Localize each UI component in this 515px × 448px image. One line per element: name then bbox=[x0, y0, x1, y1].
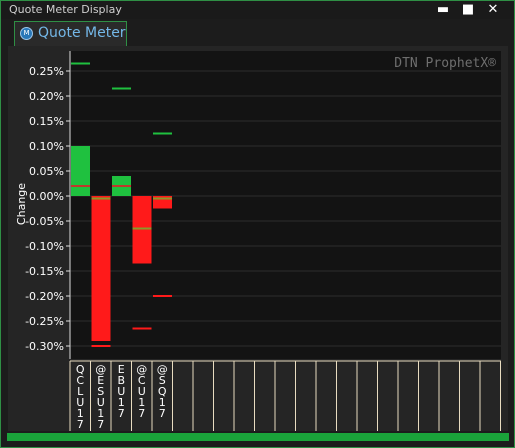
tab-label: Quote Meter bbox=[38, 25, 126, 41]
title-bar[interactable]: Quote Meter Display ▬ ■ ✕ bbox=[1, 1, 514, 19]
quote-meter-window: Quote Meter Display ▬ ■ ✕ M Quote Meter … bbox=[0, 0, 515, 448]
y-axis-label: Change bbox=[15, 183, 28, 225]
y-tick-label: -0.10% bbox=[25, 240, 64, 253]
window-title: Quote Meter Display bbox=[9, 3, 122, 16]
status-bar bbox=[7, 433, 509, 441]
category-label: @ E S U 1 7 bbox=[95, 363, 106, 431]
y-tick-label: 0.15% bbox=[29, 115, 64, 128]
y-tick-label: 0.10% bbox=[29, 140, 64, 153]
minimize-icon[interactable]: ▬ bbox=[432, 1, 454, 19]
quote-meter-chart: 0.25% 0.20% 0.15% 0.10% 0.05% 0.00% -0.05% -0.1… bbox=[15, 51, 501, 431]
quote-meter-icon: M bbox=[20, 27, 33, 40]
y-tick-label: -0.15% bbox=[25, 265, 64, 278]
y-tick-label: 0.25% bbox=[29, 65, 64, 78]
tab-quote-meter[interactable]: M Quote Meter bbox=[14, 21, 127, 46]
category-label: QCLU17 bbox=[76, 363, 85, 431]
y-tick-label: 0.20% bbox=[29, 90, 64, 103]
close-icon[interactable]: ✕ bbox=[482, 1, 504, 19]
category-label: EBU17 bbox=[117, 363, 125, 420]
y-tick-label: -0.05% bbox=[25, 215, 64, 228]
bar bbox=[91, 196, 111, 341]
category-label: @ S Q 1 7 bbox=[157, 363, 168, 420]
y-tick-label: 0.00% bbox=[29, 190, 64, 203]
chart-area: 0.25% 0.20% 0.15% 0.10% 0.05% 0.00% -0.05% -0.1… bbox=[8, 46, 508, 431]
y-tick-label: 0.05% bbox=[29, 165, 64, 178]
y-tick-label: -0.20% bbox=[25, 290, 64, 303]
y-tick-label: -0.30% bbox=[25, 340, 64, 353]
category-label: @ C U 1 7 bbox=[136, 363, 147, 420]
bar bbox=[71, 146, 90, 196]
watermark: DTN ProphetX® bbox=[394, 56, 496, 71]
y-tick-label: -0.25% bbox=[25, 315, 64, 328]
maximize-icon[interactable]: ■ bbox=[457, 1, 479, 19]
bar bbox=[132, 196, 152, 264]
